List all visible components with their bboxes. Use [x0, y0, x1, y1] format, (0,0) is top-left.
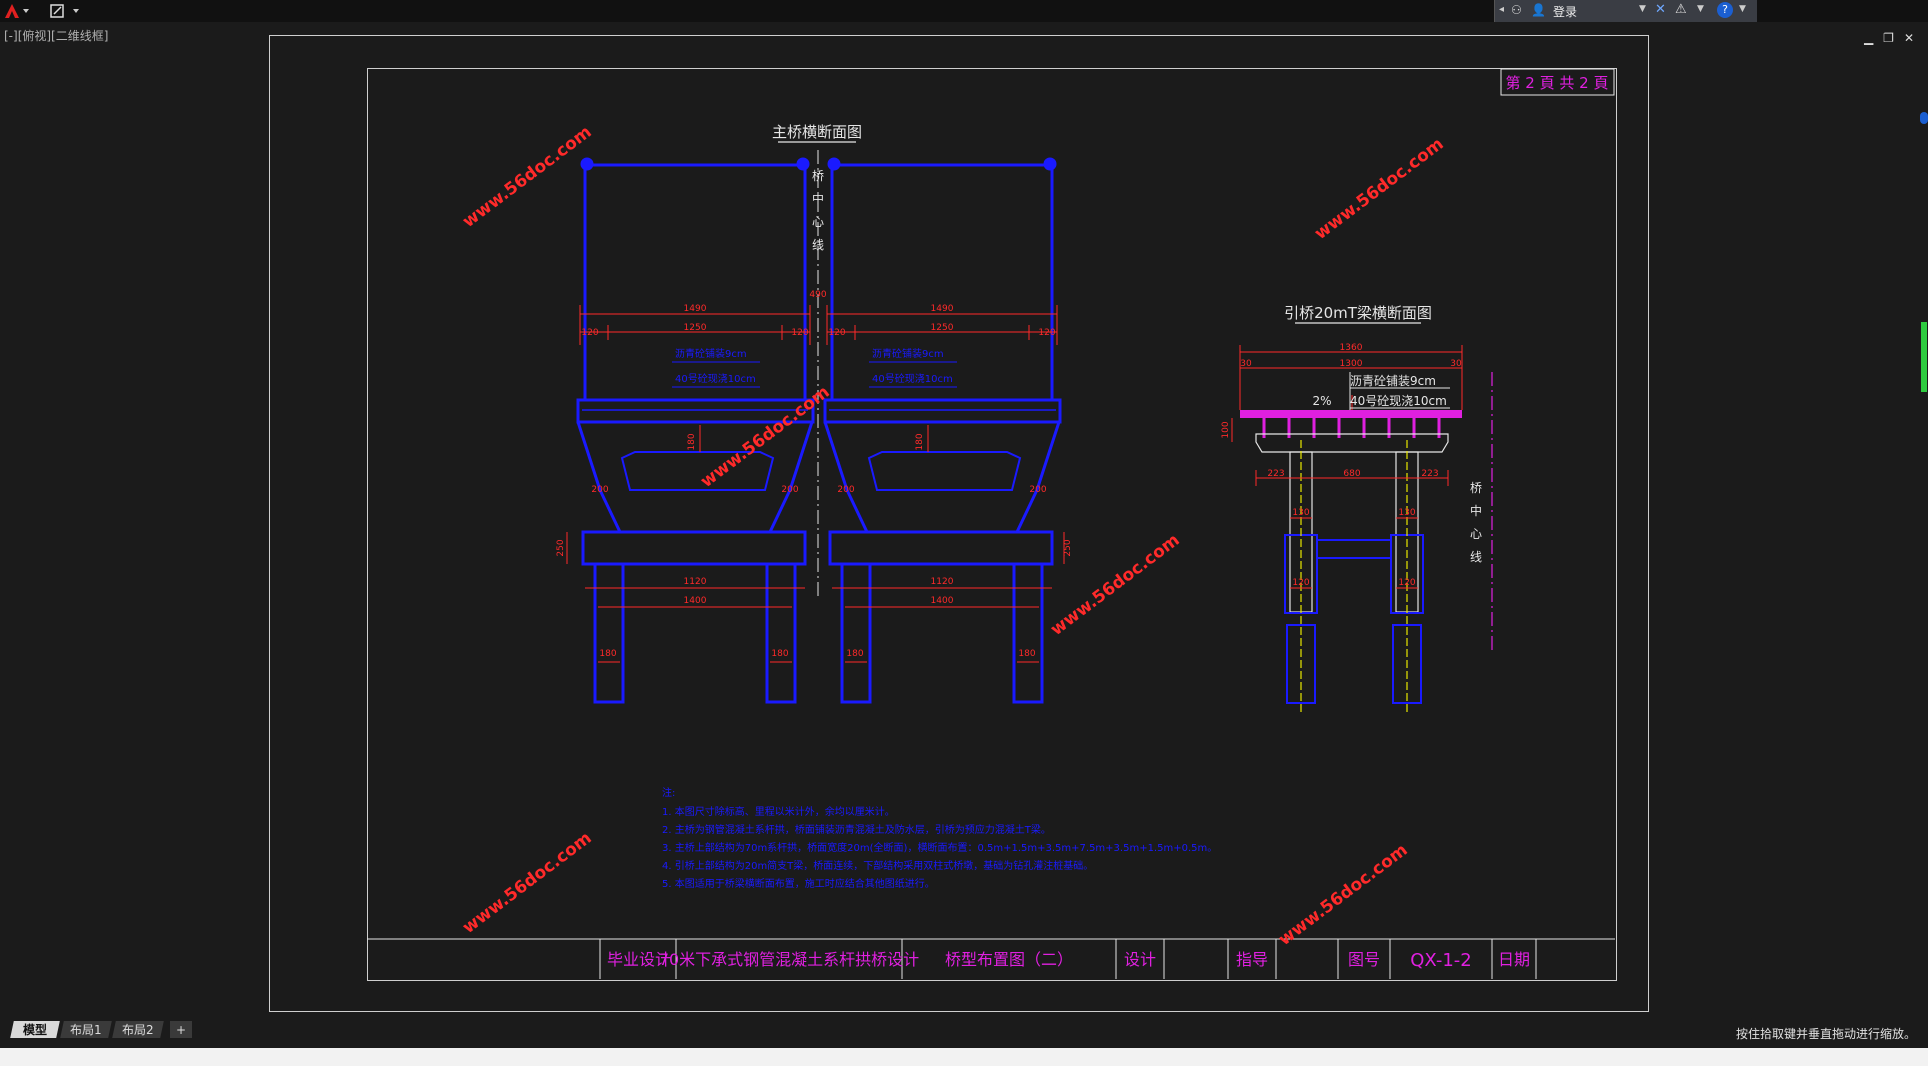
watermark-1: www.56doc.com — [459, 122, 596, 232]
approach-bridge-title: 引桥20mT梁横断面图 — [1284, 304, 1432, 322]
tb-drawing-no: QX-1-2 — [1410, 950, 1472, 971]
dim-1490-left: 1490 — [684, 304, 707, 314]
dim-130-b: 130 — [1398, 508, 1415, 518]
tab-layout1-label: 布局1 — [70, 1023, 102, 1037]
dim-180-vert-left: 180 — [687, 433, 697, 450]
slope-label: 2% — [1312, 394, 1331, 408]
main-bridge-title: 主桥横断面图 — [772, 123, 862, 141]
dim-1250-left: 1250 — [684, 323, 707, 333]
notes: 注: 1. 本图尺寸除标高、里程以米计外，余均以厘米计。 2. 主桥为钢管混凝土… — [662, 786, 1217, 890]
approach-layer2: 40号砼现浇10cm — [1350, 394, 1447, 408]
tb-project: 70米下承式钢管混凝土系杆拱桥设计 — [659, 950, 919, 969]
dim-250-right: 250 — [1063, 539, 1073, 556]
cad-drawing[interactable]: 第 2 頁 共 2 頁 主桥横断面图 引桥20mT梁横断面图 桥 中 心 线 1… — [0, 0, 1928, 1066]
dim-1490-right: 1490 — [931, 304, 954, 314]
dim-180-vert-right: 180 — [915, 433, 925, 450]
centerline-label-4: 线 — [812, 238, 824, 252]
dim-180-d: 180 — [1018, 649, 1035, 659]
main-bridge-right — [823, 157, 1062, 704]
dim-1250-right: 1250 — [931, 323, 954, 333]
tab-model[interactable]: 模型 — [10, 1021, 60, 1038]
main-layer-notes: 沥青砼铺装9cm 40号砼现浇10cm 沥青砼铺装9cm 40号砼现浇10cm — [675, 347, 953, 385]
svg-text:线: 线 — [1470, 550, 1482, 564]
dim-120-app-b: 120 — [1398, 578, 1415, 588]
dim-120-a: 120 — [581, 328, 598, 338]
tb-drawing-no-label: 图号 — [1348, 950, 1380, 969]
dim-30-right: 30 — [1450, 359, 1462, 369]
dim-1300: 1300 — [1340, 359, 1363, 369]
layer2-right: 40号砼现浇10cm — [872, 372, 953, 385]
main-dimension-labels: 1490 1490 1250 1250 120 120 120 120 490 … — [556, 290, 1073, 659]
approach-centerline-label: 桥 中 心 线 — [1470, 481, 1482, 564]
approach-bridge — [1240, 372, 1493, 712]
layer1-right: 沥青砼铺装9cm — [872, 347, 944, 360]
dim-250-left: 250 — [556, 539, 566, 556]
watermark-2: www.56doc.com — [1311, 134, 1448, 244]
tb-date: 日期 — [1498, 950, 1530, 969]
status-text: 按住拾取键并垂直拖动进行缩放。 — [1735, 1027, 1916, 1041]
centerline-label-1: 桥 — [812, 169, 824, 183]
dim-223-right: 223 — [1421, 469, 1438, 479]
tb-design: 设计 — [1124, 950, 1156, 969]
centerline-label-3: 心 — [812, 215, 824, 229]
dim-120-c: 120 — [828, 328, 845, 338]
dim-1120-left: 1120 — [684, 577, 707, 587]
main-dimensions — [566, 305, 1065, 663]
add-layout-label: + — [175, 1022, 187, 1037]
tab-layout2[interactable]: 布局2 — [112, 1021, 164, 1038]
dim-120-b: 120 — [791, 328, 808, 338]
add-layout-button[interactable]: + — [170, 1021, 192, 1038]
title-block-text: 毕业设计 70米下承式钢管混凝土系杆拱桥设计 桥型布置图（二） 设计 指导 图号… — [607, 950, 1530, 971]
notes-heading: 注: — [662, 786, 675, 799]
page-label: 第 2 頁 共 2 頁 — [1506, 74, 1609, 92]
layer2-left: 40号砼现浇10cm — [675, 372, 756, 385]
dim-200-d: 200 — [1029, 485, 1046, 495]
dim-680: 680 — [1343, 469, 1360, 479]
dim-1360: 1360 — [1340, 343, 1363, 353]
note-line-3: 3. 主桥上部结构为70m系杆拱，桥面宽度20m(全断面)，横断面布置：0.5m… — [662, 841, 1217, 854]
dim-223-left: 223 — [1267, 469, 1284, 479]
tb-guide: 指导 — [1236, 950, 1268, 969]
dim-120-d: 120 — [1038, 328, 1055, 338]
dim-120-app-a: 120 — [1292, 578, 1309, 588]
watermark-6: www.56doc.com — [1275, 840, 1412, 950]
watermark-5: www.56doc.com — [459, 828, 596, 938]
note-line-1: 1. 本图尺寸除标高、里程以米计外，余均以厘米计。 — [662, 805, 895, 818]
note-line-4: 4. 引桥上部结构为20m简支T梁，桥面连续，下部结构采用双柱式桥墩，基础为钻孔… — [662, 859, 1093, 872]
dim-200-c: 200 — [837, 485, 854, 495]
svg-text:中: 中 — [1470, 503, 1482, 518]
svg-text:心: 心 — [1470, 527, 1482, 541]
layout-tabs: 模型 布局1 布局2 + — [0, 1018, 1928, 1042]
bottom-status-strip — [0, 1048, 1928, 1066]
layer1-left: 沥青砼铺装9cm — [675, 347, 747, 360]
dim-1400-right: 1400 — [931, 596, 954, 606]
tab-layout1[interactable]: 布局1 — [60, 1021, 112, 1038]
note-line-5: 5. 本图适用于桥梁横断面布置，施工时应结合其他图纸进行。 — [662, 877, 935, 890]
dim-490: 490 — [809, 290, 826, 300]
dim-30-left: 30 — [1240, 359, 1252, 369]
tab-model-label: 模型 — [22, 1023, 47, 1037]
dim-200-a: 200 — [591, 485, 608, 495]
dim-1120-right: 1120 — [931, 577, 954, 587]
dim-100: 100 — [1221, 421, 1231, 438]
dim-180-b: 180 — [771, 649, 788, 659]
dim-200-b: 200 — [781, 485, 798, 495]
note-line-2: 2. 主桥为钢管混凝土系杆拱，桥面铺装沥青混凝土及防水层，引桥为预应力混凝土T梁… — [662, 823, 1051, 836]
approach-layer1: 沥青砼铺装9cm — [1350, 374, 1436, 388]
tb-drawing-name: 桥型布置图（二） — [945, 950, 1073, 969]
dim-180-c: 180 — [846, 649, 863, 659]
centerline-label-2: 中 — [812, 191, 824, 206]
dim-1400-left: 1400 — [684, 596, 707, 606]
svg-text:桥: 桥 — [1470, 481, 1482, 495]
tab-layout2-label: 布局2 — [122, 1023, 154, 1037]
dim-180-a: 180 — [599, 649, 616, 659]
approach-layer-notes: 沥青砼铺装9cm 40号砼现浇10cm 2% — [1312, 374, 1446, 408]
dim-130-a: 130 — [1292, 508, 1309, 518]
